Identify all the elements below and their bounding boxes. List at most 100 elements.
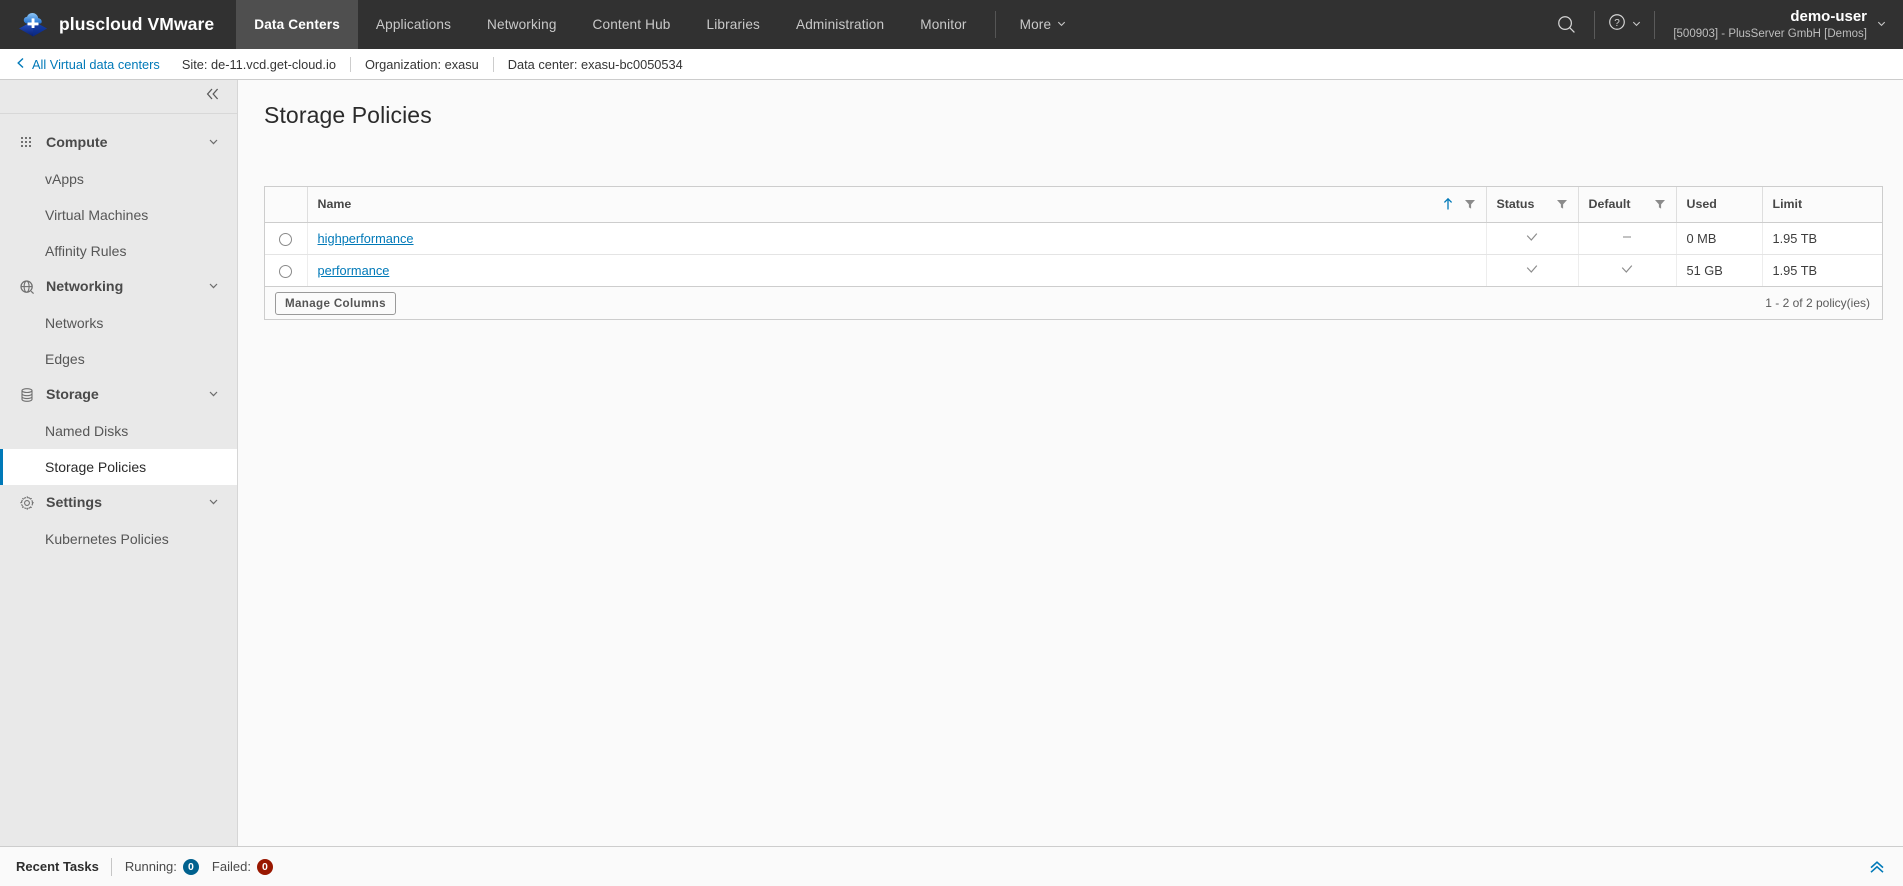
breadcrumb: All Virtual data centers Site: de-11.vcd… — [0, 49, 1903, 80]
nav-item-content-hub[interactable]: Content Hub — [575, 0, 689, 49]
cell-name: performance — [306, 254, 1486, 286]
row-select-cell[interactable] — [265, 254, 307, 286]
gear-icon — [19, 495, 35, 511]
running-tasks-stat: Running: 0 — [112, 858, 199, 875]
check-icon — [1525, 264, 1539, 279]
row-select-cell[interactable] — [265, 222, 307, 255]
chevron-down-icon — [207, 495, 220, 512]
double-chevron-up-icon[interactable] — [1867, 859, 1887, 875]
select-column-header — [265, 187, 307, 223]
user-organization: [500903] - PlusServer GmbH [Demos] — [1673, 27, 1867, 40]
column-header-status-label: Status — [1496, 197, 1535, 212]
column-header-default[interactable]: Default — [1577, 187, 1676, 223]
policy-name-link[interactable]: highperformance — [318, 231, 414, 246]
datagrid-footer: Manage Columns 1 - 2 of 2 policy(ies) — [265, 286, 1882, 319]
failed-label: Failed: — [211, 859, 251, 874]
breadcrumb-site: Site: de-11.vcd.get-cloud.io — [181, 56, 336, 72]
page-title: Storage Policies — [264, 102, 432, 128]
column-header-status[interactable]: Status — [1485, 187, 1578, 223]
sidebar-item-vapps[interactable]: vApps — [0, 161, 237, 197]
chevron-down-icon — [207, 135, 220, 152]
grid-dots-icon — [19, 135, 35, 151]
column-header-name-label: Name — [317, 197, 352, 212]
row-radio-button[interactable] — [279, 232, 293, 246]
pagination-count: 1 - 2 of 2 policy(ies) — [1765, 296, 1870, 310]
check-icon — [1620, 264, 1634, 279]
sidebar-item-named-disks[interactable]: Named Disks — [0, 413, 237, 449]
nav-item-libraries[interactable]: Libraries — [689, 0, 778, 49]
nav-item-applications[interactable]: Applications — [358, 0, 469, 49]
row-radio-button[interactable] — [279, 264, 293, 278]
nav-item-networking[interactable]: Networking — [469, 0, 575, 49]
sidebar-group-label: Storage — [46, 387, 99, 403]
sidebar-group-label: Settings — [46, 495, 102, 511]
sidebar-item-storage-policies[interactable]: Storage Policies — [0, 449, 237, 485]
cell-status — [1485, 254, 1578, 286]
sidebar-item-affinity-rules[interactable]: Affinity Rules — [0, 233, 237, 269]
breadcrumb-back-link[interactable]: All Virtual data centers — [16, 57, 160, 72]
nav-item-data-centers[interactable]: Data Centers — [236, 0, 358, 49]
header-divider-1 — [1594, 10, 1596, 39]
sidebar-item-virtual-machines[interactable]: Virtual Machines — [0, 197, 237, 233]
chevron-down-icon — [207, 279, 220, 296]
chevron-down-icon — [1631, 16, 1642, 34]
nav-item-more[interactable]: More — [1002, 0, 1086, 49]
column-header-name[interactable]: Name — [306, 187, 1486, 223]
recent-tasks-title[interactable]: Recent Tasks — [16, 859, 111, 874]
storage-policies-table: Name Status Default Used Limit highperfo… — [265, 187, 1882, 286]
double-chevron-left-icon — [205, 87, 221, 106]
manage-columns-button[interactable]: Manage Columns — [275, 291, 396, 315]
breadcrumb-items: Site: de-11.vcd.get-cloud.io Organizatio… — [181, 56, 697, 72]
chevron-down-icon — [1876, 16, 1887, 34]
cloud-plus-logo-icon — [18, 10, 48, 40]
nav-item-administration[interactable]: Administration — [778, 0, 902, 49]
table-row[interactable]: performance 51 GB 1.95 TB — [265, 254, 1882, 286]
sidebar-group-compute[interactable]: Compute — [0, 125, 237, 161]
sidebar-group-storage[interactable]: Storage — [0, 377, 237, 413]
cell-used: 51 GB — [1675, 254, 1762, 286]
column-header-used[interactable]: Used — [1675, 187, 1762, 223]
column-header-limit[interactable]: Limit — [1761, 187, 1882, 223]
cell-used: 0 MB — [1675, 222, 1762, 255]
sidebar-group-settings[interactable]: Settings — [0, 485, 237, 521]
help-menu[interactable]: ? — [1601, 12, 1648, 37]
application-root: pluscloud VMware Data Centers Applicatio… — [0, 0, 1903, 886]
nav-separator — [994, 11, 996, 38]
sidebar-collapse-button[interactable] — [0, 80, 237, 114]
database-icon — [19, 387, 35, 403]
policy-name-link[interactable]: performance — [318, 263, 390, 278]
breadcrumb-organization: Organization: exasu — [349, 56, 493, 72]
breadcrumb-data-center: Data center: exasu-bc0050534 — [492, 56, 697, 72]
filter-icon-default[interactable] — [1654, 198, 1666, 210]
top-header-bar: pluscloud VMware Data Centers Applicatio… — [0, 0, 1903, 49]
sidebar-item-networks[interactable]: Networks — [0, 305, 237, 341]
failed-count-badge: 0 — [256, 858, 273, 875]
check-icon — [1525, 232, 1539, 247]
brand-logo-area[interactable]: pluscloud VMware — [0, 0, 236, 49]
user-menu[interactable]: demo-user [500903] - PlusServer GmbH [De… — [1661, 8, 1887, 41]
nav-item-monitor[interactable]: Monitor — [902, 0, 984, 49]
running-count-badge: 0 — [182, 858, 199, 875]
filter-icon-status[interactable] — [1556, 198, 1568, 210]
filter-icon-name[interactable] — [1464, 198, 1476, 210]
table-header-row: Name Status Default Used Limit — [265, 187, 1882, 223]
recent-tasks-bar: Recent Tasks Running: 0 Failed: 0 — [0, 846, 1903, 886]
sidebar-group-networking[interactable]: Networking — [0, 269, 237, 305]
cell-default — [1577, 222, 1676, 255]
svg-text:?: ? — [1615, 18, 1621, 29]
header-right-actions: ? demo-user [500903] - PlusServer GmbH [… — [1544, 0, 1903, 49]
running-label: Running: — [124, 859, 177, 874]
cell-status — [1485, 222, 1578, 255]
sort-ascending-icon[interactable] — [1442, 197, 1454, 211]
sidebar-item-edges[interactable]: Edges — [0, 341, 237, 377]
user-name: demo-user — [1790, 7, 1867, 25]
column-header-limit-label: Limit — [1772, 197, 1803, 212]
nav-item-more-label: More — [1019, 17, 1052, 32]
sidebar: Compute vApps Virtual Machines Affinity … — [0, 80, 238, 846]
search-icon[interactable] — [1544, 0, 1588, 49]
chevron-down-icon — [1056, 17, 1067, 32]
storage-policies-datagrid: Name Status Default Used Limit highperfo… — [264, 186, 1883, 320]
table-row[interactable]: highperformance 0 MB 1.95 TB — [265, 222, 1882, 255]
sidebar-item-kubernetes-policies[interactable]: Kubernetes Policies — [0, 521, 237, 557]
column-header-used-label: Used — [1686, 197, 1717, 212]
